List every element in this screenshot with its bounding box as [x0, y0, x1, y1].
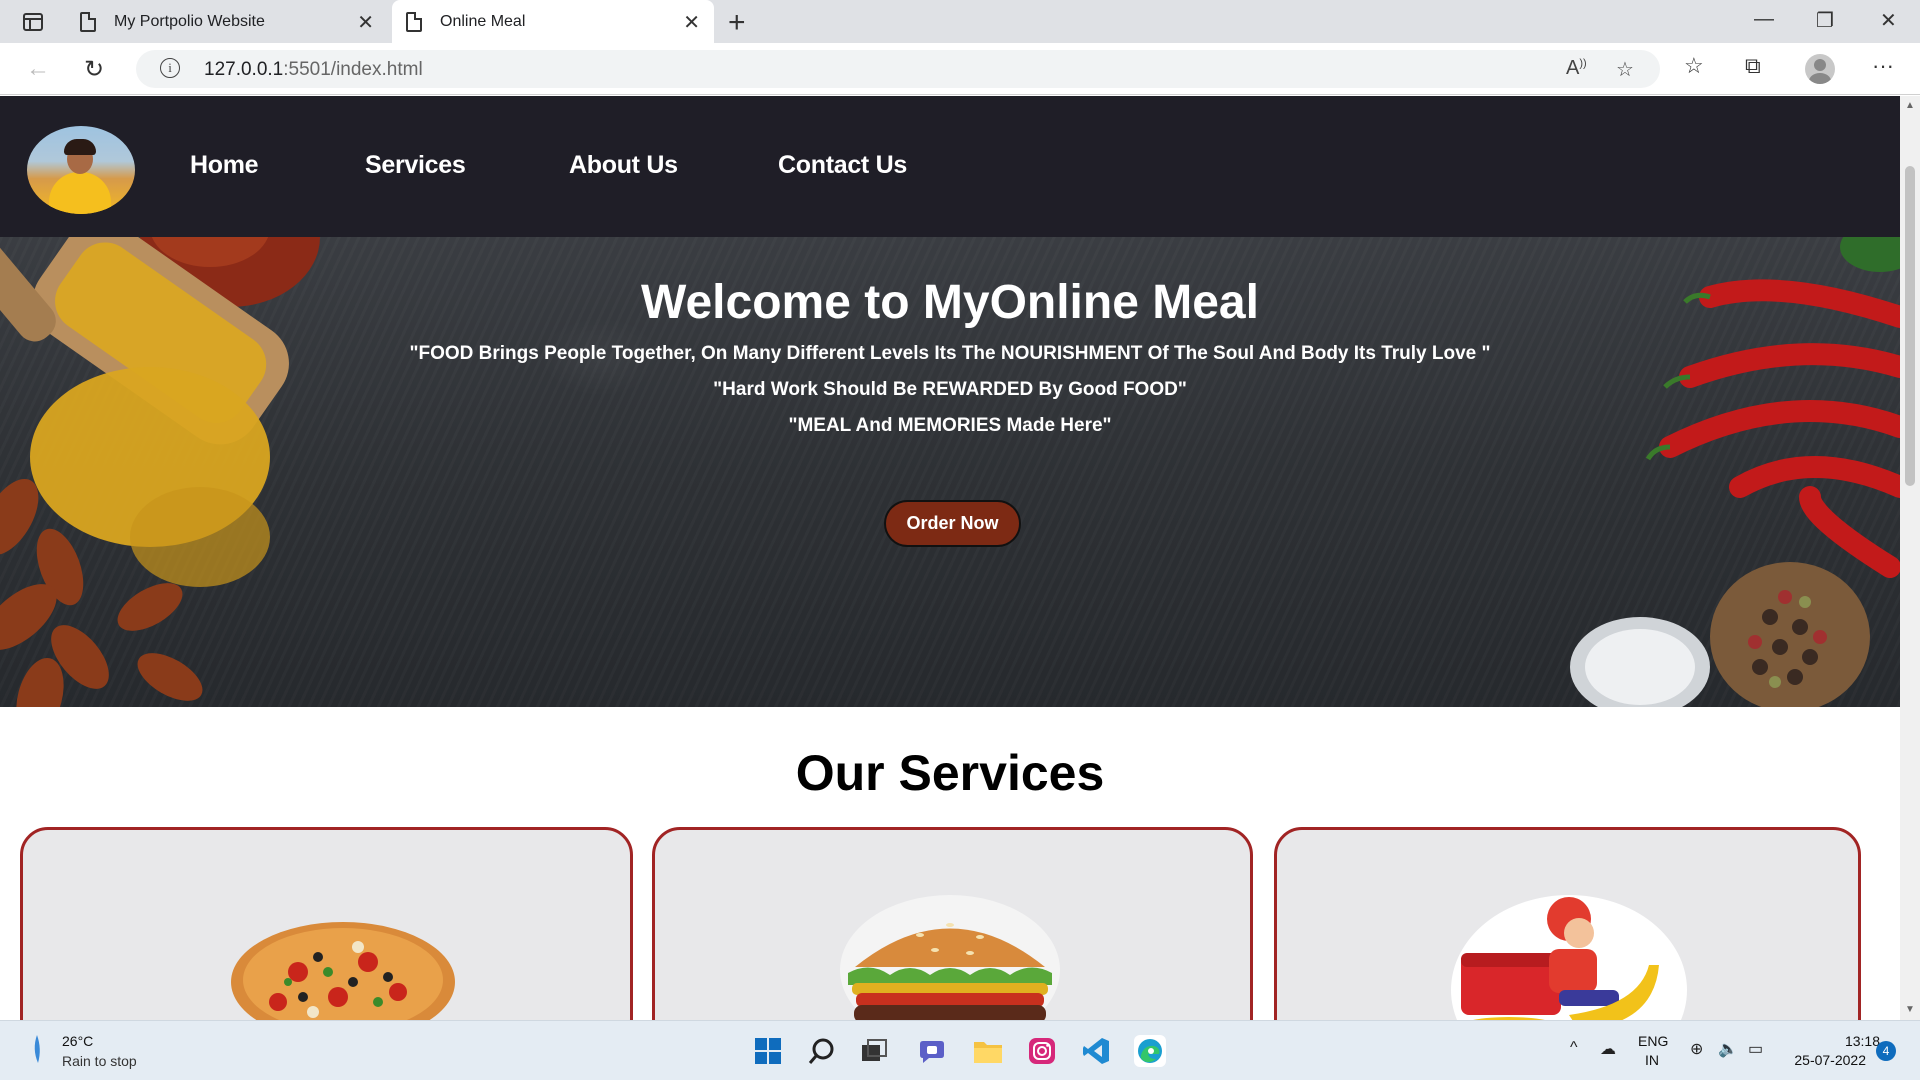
collections-icon[interactable]: ⧉: [1745, 53, 1761, 79]
url-text[interactable]: 127.0.0.1:5501/index.html: [204, 59, 423, 81]
tab-portfolio[interactable]: My Portpolio Website ✕: [70, 0, 388, 43]
pizza-image: [231, 922, 455, 1020]
scrollbar-thumb[interactable]: [1905, 166, 1915, 486]
close-tab-icon[interactable]: ✕: [357, 10, 374, 35]
nav-contact-us[interactable]: Contact Us: [778, 151, 907, 180]
tab-online-meal[interactable]: Online Meal ✕: [392, 0, 714, 43]
close-tab-icon[interactable]: ✕: [683, 10, 700, 35]
language-indicator[interactable]: ENG: [1638, 1033, 1668, 1049]
tab-title: Online Meal: [440, 12, 526, 30]
file-explorer-icon[interactable]: [972, 1035, 1004, 1067]
burger-image: [840, 895, 1060, 1020]
favorites-icon[interactable]: ☆: [1684, 53, 1704, 79]
page-scrollbar[interactable]: ▲ ▼: [1900, 96, 1920, 1020]
notification-badge[interactable]: 4: [1876, 1041, 1896, 1061]
nav-about-us[interactable]: About Us: [569, 151, 678, 180]
page-viewport: Home Services About Us Contact Us Welcom…: [0, 96, 1900, 1020]
services-heading: Our Services: [795, 745, 1105, 801]
service-card-delivery[interactable]: [1274, 827, 1861, 1020]
site-info-icon[interactable]: i: [160, 58, 180, 78]
windows-start-icon[interactable]: [752, 1035, 784, 1067]
minimize-icon[interactable]: —: [1754, 8, 1774, 31]
close-window-icon[interactable]: ✕: [1880, 8, 1897, 33]
read-aloud-icon[interactable]: A)): [1566, 57, 1587, 80]
hero-quote-2: "Hard Work Should Be REWARDED By Good FO…: [713, 379, 1187, 400]
onedrive-icon[interactable]: ☁: [1600, 1039, 1616, 1059]
browser-tab-bar: My Portpolio Website ✕ Online Meal ✕ + —…: [0, 0, 1920, 43]
service-card-burger[interactable]: [652, 827, 1253, 1020]
refresh-icon[interactable]: ↻: [84, 55, 104, 84]
delivery-scooter-image: [1451, 895, 1687, 1020]
clock-time[interactable]: 13:18: [1790, 1033, 1880, 1049]
hero-quote-3: "MEAL And MEMORIES Made Here": [788, 415, 1112, 436]
back-arrow-icon[interactable]: ←: [26, 55, 50, 83]
teams-chat-icon[interactable]: [916, 1035, 948, 1067]
restore-icon[interactable]: ❐: [1816, 8, 1834, 33]
scroll-down-icon[interactable]: ▼: [1905, 1004, 1915, 1015]
battery-icon[interactable]: ▭: [1748, 1039, 1763, 1059]
service-card-pizza[interactable]: [20, 827, 633, 1020]
volume-icon[interactable]: 🔈: [1718, 1039, 1738, 1059]
new-tab-icon[interactable]: +: [728, 6, 746, 40]
hero-title: Welcome to MyOnline Meal: [641, 276, 1259, 329]
task-view-icon[interactable]: [858, 1035, 890, 1067]
weather-description[interactable]: Rain to stop: [62, 1053, 137, 1069]
hero-quote-1: "FOOD Brings People Together, On Many Di…: [409, 343, 1491, 364]
order-now-button[interactable]: Order Now: [884, 500, 1021, 547]
search-icon[interactable]: [806, 1035, 838, 1067]
tab-title: My Portpolio Website: [114, 12, 265, 30]
nav-home[interactable]: Home: [190, 151, 259, 180]
rain-icon[interactable]: [32, 1035, 42, 1063]
logo-avatar[interactable]: [27, 126, 135, 214]
clock-date[interactable]: 25-07-2022: [1790, 1052, 1866, 1068]
page-icon: [406, 11, 422, 32]
tab-actions-icon[interactable]: [18, 9, 48, 35]
vscode-icon[interactable]: [1080, 1035, 1112, 1067]
scroll-up-icon[interactable]: ▲: [1905, 100, 1915, 111]
add-favorite-icon[interactable]: ☆: [1616, 57, 1634, 82]
nav-services[interactable]: Services: [365, 151, 466, 180]
profile-avatar[interactable]: [1805, 54, 1835, 84]
weather-temperature[interactable]: 26°C: [62, 1033, 93, 1049]
windows-taskbar: 26°C Rain to stop ^ ☁ ENG IN ⊕ 🔈 ▭ 13:18…: [0, 1020, 1920, 1080]
region-indicator[interactable]: IN: [1645, 1052, 1659, 1068]
network-icon[interactable]: ⊕: [1690, 1039, 1703, 1059]
address-bar[interactable]: i 127.0.0.1:5501/index.html A)) ☆: [136, 50, 1660, 88]
edge-browser-icon[interactable]: [1134, 1035, 1166, 1067]
address-toolbar: ← ↻ i 127.0.0.1:5501/index.html A)) ☆ ☆ …: [0, 43, 1920, 95]
hero-banner: Welcome to MyOnline Meal "FOOD Brings Pe…: [0, 237, 1900, 707]
site-navbar: Home Services About Us Contact Us: [0, 96, 1900, 237]
more-menu-icon[interactable]: ···: [1872, 53, 1894, 79]
page-icon: [80, 11, 96, 32]
show-hidden-icons[interactable]: ^: [1570, 1039, 1578, 1057]
instagram-icon[interactable]: [1026, 1035, 1058, 1067]
